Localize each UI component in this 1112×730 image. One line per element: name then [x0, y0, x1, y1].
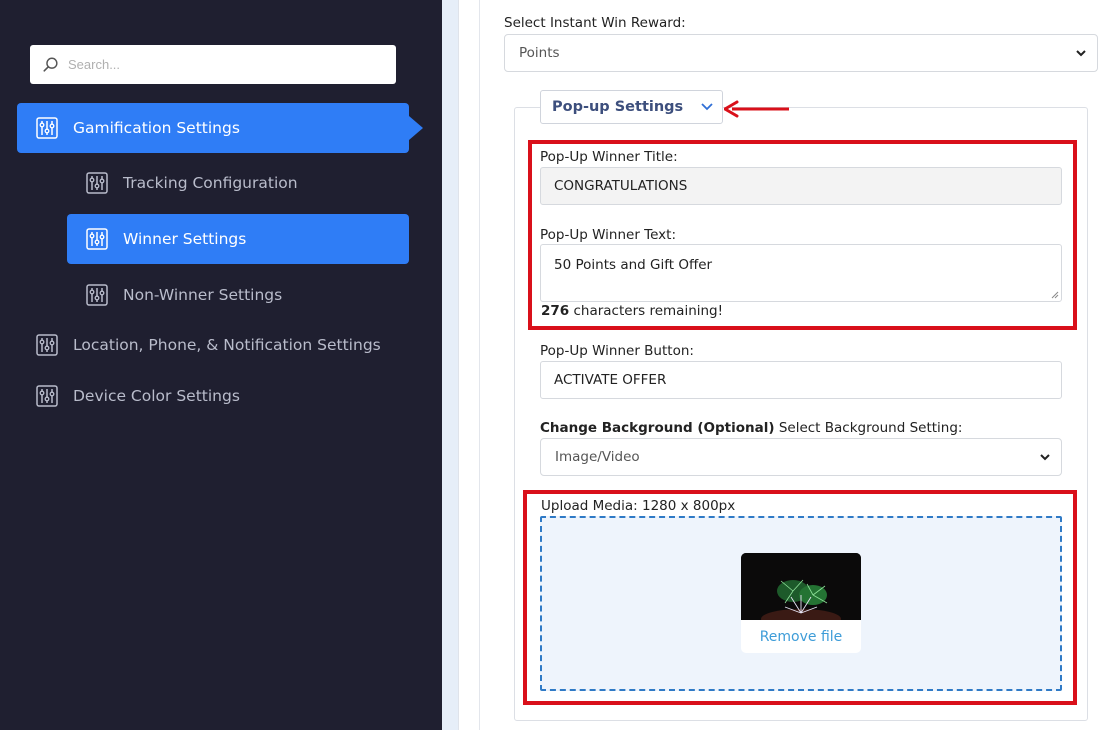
sidebar-item-label: Gamification Settings	[73, 119, 240, 137]
sidebar: Gamification Settings Tracking Configura…	[0, 0, 442, 730]
reward-select-value: Points	[519, 45, 560, 61]
sidebar-item-location-phone-notification[interactable]: Location, Phone, & Notification Settings	[17, 325, 417, 365]
sliders-icon	[86, 284, 108, 306]
sidebar-item-label: Device Color Settings	[73, 387, 240, 405]
winner-text-label: Pop-Up Winner Text:	[540, 227, 677, 243]
sidebar-item-tracking-configuration[interactable]: Tracking Configuration	[67, 158, 409, 208]
sidebar-item-label: Location, Phone, & Notification Settings	[73, 336, 381, 354]
fireworks-image	[741, 553, 861, 620]
chars-remaining-count: 276	[541, 303, 570, 319]
red-arrow-annotation	[724, 100, 789, 118]
winner-title-input[interactable]: CONGRATULATIONS	[540, 167, 1062, 205]
background-label: Change Background (Optional) Select Back…	[540, 420, 962, 436]
uploaded-file-preview: Remove file	[741, 553, 861, 653]
chevron-down-icon	[701, 103, 713, 111]
remove-file-link[interactable]: Remove file	[741, 620, 861, 653]
sliders-icon	[86, 228, 108, 250]
sidebar-item-device-color-settings[interactable]: Device Color Settings	[17, 376, 417, 416]
winner-button-label: Pop-Up Winner Button:	[540, 343, 694, 359]
background-label-bold: Change Background (Optional)	[540, 420, 775, 436]
winner-title-value: CONGRATULATIONS	[554, 178, 688, 194]
divider	[479, 0, 480, 730]
chars-remaining: 276 characters remaining!	[541, 303, 723, 319]
chevron-down-icon	[1076, 50, 1086, 57]
content-gutter	[442, 0, 458, 730]
popup-settings-toggle[interactable]: Pop-up Settings	[540, 90, 723, 124]
reward-label: Select Instant Win Reward:	[504, 15, 686, 31]
chars-remaining-text: characters remaining!	[573, 303, 724, 319]
sidebar-item-label: Winner Settings	[123, 230, 247, 248]
background-label-rest: Select Background Setting:	[778, 420, 963, 436]
winner-button-input[interactable]: ACTIVATE OFFER	[540, 361, 1062, 399]
sidebar-item-label: Tracking Configuration	[123, 174, 298, 192]
active-pointer	[409, 116, 423, 140]
winner-text-textarea[interactable]: 50 Points and Gift Offer	[540, 244, 1062, 302]
winner-title-label: Pop-Up Winner Title:	[540, 149, 678, 165]
popup-settings-label: Pop-up Settings	[552, 99, 684, 115]
upload-label: Upload Media: 1280 x 800px	[541, 498, 736, 514]
resize-handle-icon[interactable]	[1051, 291, 1059, 299]
search-input[interactable]	[68, 57, 368, 72]
chevron-down-icon	[1040, 454, 1050, 461]
sliders-icon	[86, 172, 108, 194]
search-box[interactable]	[30, 45, 396, 84]
winner-text-value: 50 Points and Gift Offer	[554, 257, 713, 273]
winner-button-value: ACTIVATE OFFER	[554, 372, 667, 388]
sliders-icon	[36, 385, 58, 407]
sidebar-item-winner-settings[interactable]: Winner Settings	[67, 214, 409, 264]
background-select-value: Image/Video	[555, 449, 640, 465]
reward-select[interactable]: Points	[504, 34, 1098, 72]
sliders-icon	[36, 334, 58, 356]
sidebar-item-gamification-settings[interactable]: Gamification Settings	[17, 103, 423, 153]
sliders-icon	[36, 117, 58, 139]
search-icon	[43, 57, 58, 72]
sidebar-item-non-winner-settings[interactable]: Non-Winner Settings	[67, 270, 409, 320]
background-select[interactable]: Image/Video	[540, 438, 1062, 476]
sidebar-item-label: Non-Winner Settings	[123, 286, 283, 304]
